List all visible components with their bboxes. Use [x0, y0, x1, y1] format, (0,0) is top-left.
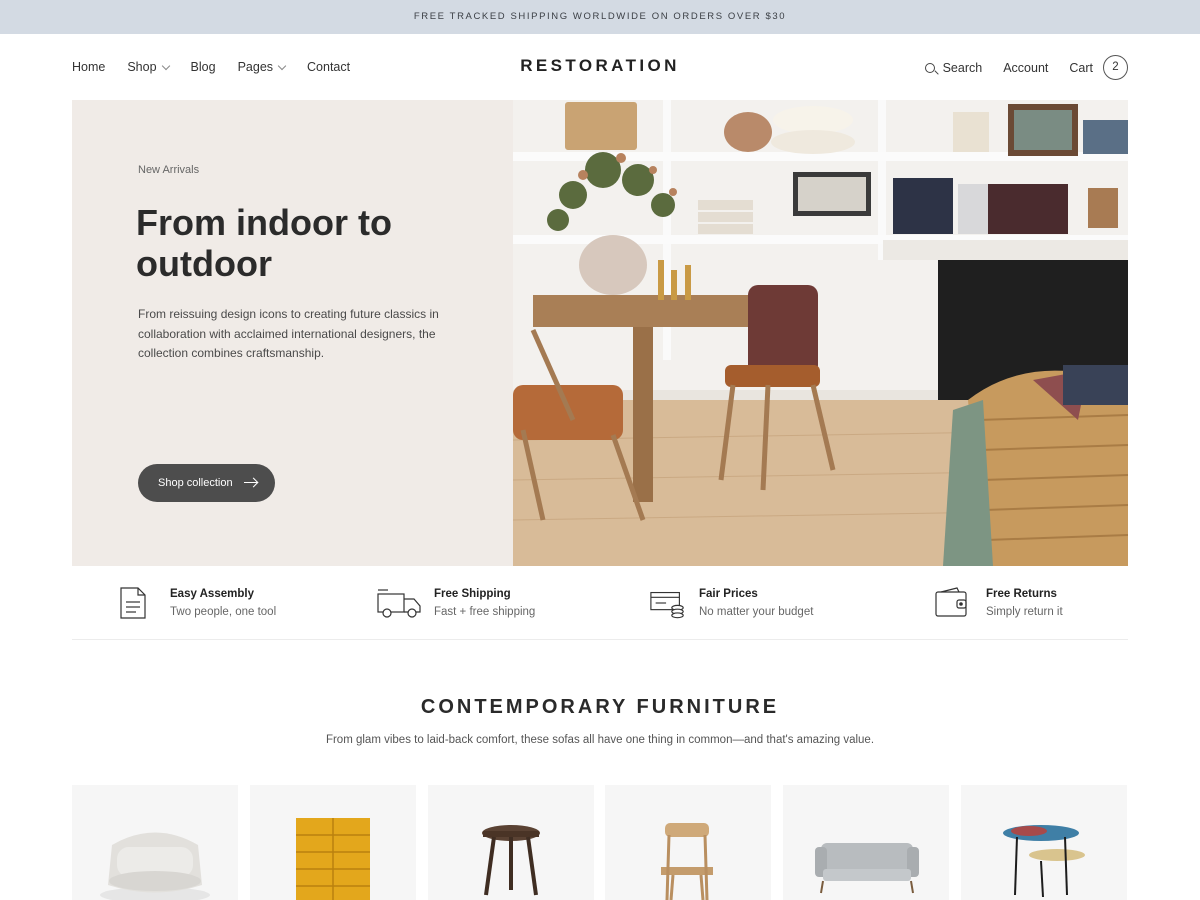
site-header: Home Shop Blog Pages Contact RESTORATION… [0, 34, 1200, 100]
arrow-right-icon [244, 482, 257, 484]
product-card-cabinet[interactable] [250, 785, 416, 900]
product-card-sofa[interactable] [783, 785, 949, 900]
product-card-wooden-chair[interactable] [605, 785, 771, 900]
section-title: CONTEMPORARY FURNITURE [420, 696, 780, 718]
feature-free-shipping: Free Shipping Fast + free shipping [376, 586, 535, 620]
hero-description: From reissuing design icons to creating … [138, 307, 439, 361]
product-card-stool[interactable] [428, 785, 594, 900]
hero-title: From indoor to outdoor [136, 202, 392, 284]
search-icon [924, 62, 935, 73]
feature-title: Free Returns [986, 588, 1057, 600]
side-table-image [1003, 825, 1085, 898]
document-icon [120, 587, 146, 619]
announcement-bar: FREE TRACKED SHIPPING WORLDWIDE ON ORDER… [0, 0, 1200, 34]
sofa-image [815, 843, 919, 894]
shop-collection-button[interactable]: Shop collection [138, 464, 275, 502]
feature-title: Easy Assembly [170, 588, 254, 600]
stool-image [482, 825, 540, 896]
cabinet-image [296, 818, 370, 900]
account-label: Account [1003, 60, 1049, 75]
wooden-chair-image [661, 823, 713, 900]
hero-eyebrow: New Arrivals [138, 164, 200, 176]
feature-subtitle: Two people, one tool [170, 606, 277, 618]
armchair-image [100, 832, 210, 900]
cart-button[interactable]: Cart 2 [1069, 55, 1128, 80]
account-link[interactable]: Account [1003, 61, 1048, 75]
truck-icon [377, 589, 421, 618]
wallet-icon [935, 587, 967, 617]
cart-count-badge: 2 [1103, 55, 1128, 80]
coins-icon [650, 591, 684, 619]
shop-collection-label: Shop collection [158, 477, 233, 489]
product-card-side-table[interactable] [961, 785, 1127, 900]
feature-title: Free Shipping [434, 588, 511, 600]
hero-content: New Arrivals From indoor to outdoor From… [72, 100, 513, 566]
search-button[interactable]: Search [924, 60, 983, 75]
product-card-armchair[interactable] [72, 785, 238, 900]
hero-banner: New Arrivals From indoor to outdoor From… [72, 100, 1128, 566]
feature-subtitle: Fast + free shipping [434, 606, 536, 618]
announcement-text: FREE TRACKED SHIPPING WORLDWIDE ON ORDER… [413, 11, 787, 22]
hero-image [513, 100, 1128, 566]
feature-free-returns: Free Returns Simply return it [932, 586, 1063, 620]
product-grid [72, 785, 1128, 900]
feature-fair-prices: Fair Prices No matter your budget [649, 586, 813, 620]
section-subtitle: From glam vibes to laid-back comfort, th… [325, 734, 875, 746]
dining-room-illustration [513, 100, 1128, 566]
feature-subtitle: Simply return it [986, 606, 1063, 618]
feature-subtitle: No matter your budget [699, 606, 814, 618]
features-strip: Easy Assembly Two people, one tool Free … [72, 566, 1128, 640]
cart-label: Cart [1069, 60, 1093, 75]
header-actions: Search Account Cart 2 [904, 55, 1128, 80]
feature-title: Fair Prices [699, 588, 758, 600]
search-label: Search [942, 60, 983, 75]
feature-easy-assembly: Easy Assembly Two people, one tool [118, 586, 276, 620]
